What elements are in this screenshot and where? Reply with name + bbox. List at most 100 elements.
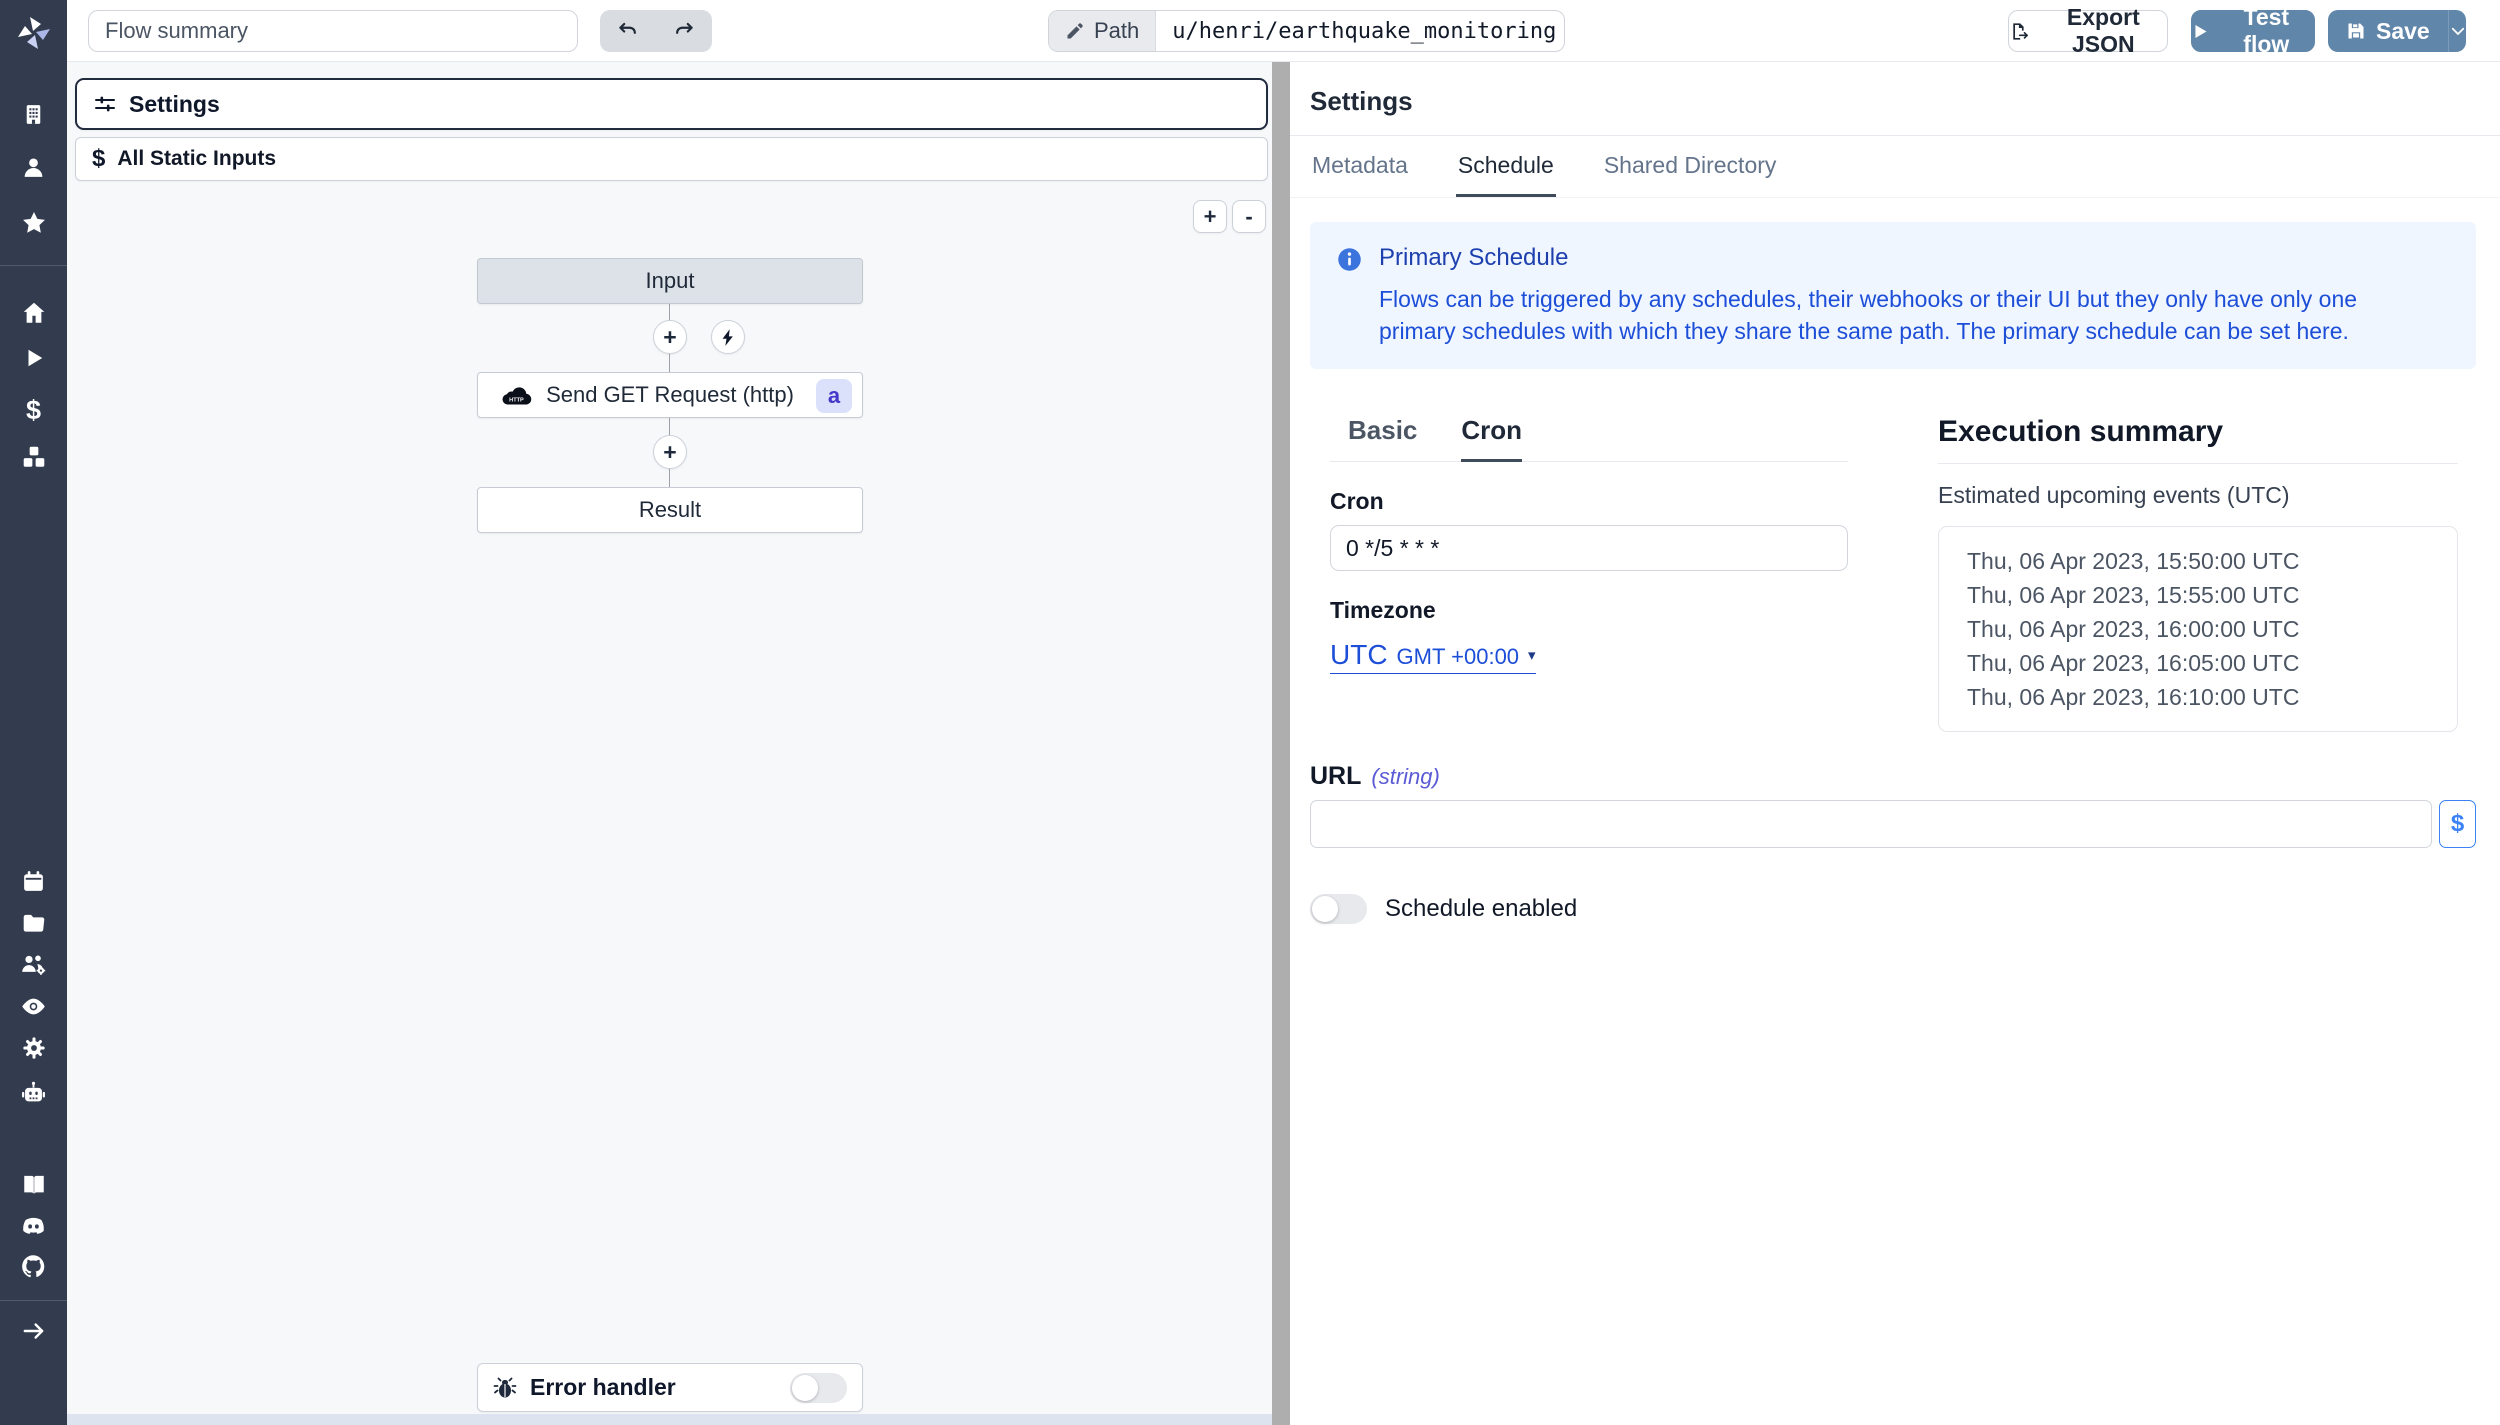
panel-resize-divider[interactable] <box>1272 62 1290 1425</box>
flow-canvas: Settings $ All Static Inputs + - Input +… <box>67 62 1272 1425</box>
undo-button[interactable] <box>600 10 656 52</box>
flow-editor-app: $ <box>0 0 2500 1425</box>
windmill-logo[interactable] <box>0 12 67 52</box>
sidebar-divider <box>0 1300 67 1301</box>
cron-label: Cron <box>1330 488 1848 515</box>
panel-title: Settings <box>1310 86 2476 117</box>
tab-schedule[interactable]: Schedule <box>1456 136 1556 197</box>
flow-settings-box[interactable]: Settings <box>75 78 1268 130</box>
path-value: u/henri/earthquake_monitoring <box>1156 11 1565 51</box>
insert-step-button[interactable]: + <box>653 320 687 354</box>
zoom-out-button[interactable]: - <box>1232 200 1266 233</box>
zoom-out-label: - <box>1245 204 1252 230</box>
save-split-button: Save <box>2328 10 2466 52</box>
cron-input[interactable] <box>1330 525 1848 571</box>
export-json-button[interactable]: Export JSON <box>2008 10 2168 52</box>
zoom-in-button[interactable]: + <box>1193 200 1227 233</box>
error-handler-toggle[interactable] <box>790 1373 847 1403</box>
url-label-row: URL (string) <box>1310 762 2476 791</box>
redo-icon <box>671 18 697 44</box>
http-step-label: Send GET Request (http) <box>546 382 794 408</box>
tab-basic[interactable]: Basic <box>1348 415 1417 462</box>
top-toolbar: Path u/henri/earthquake_monitoring Expor… <box>67 0 2500 62</box>
tab-cron[interactable]: Cron <box>1461 415 1522 462</box>
path-badge[interactable]: Path u/henri/earthquake_monitoring <box>1048 10 1565 52</box>
workspace-building-icon[interactable] <box>0 99 67 129</box>
timezone-select[interactable]: UTC GMT +00:00 ▾ <box>1330 639 1536 674</box>
save-button[interactable]: Save <box>2328 10 2448 52</box>
user-icon[interactable] <box>0 152 67 182</box>
folders-icon[interactable] <box>0 908 67 938</box>
bug-icon <box>493 1376 517 1400</box>
flow-summary-input[interactable] <box>88 10 578 52</box>
settings-gear-icon[interactable] <box>0 1033 67 1063</box>
execution-summary-column: Execution summary Estimated upcoming eve… <box>1938 415 2458 732</box>
lightning-icon <box>719 328 738 347</box>
input-node[interactable]: Input <box>477 258 863 304</box>
workers-robot-icon[interactable] <box>0 1078 67 1108</box>
timezone-offset: GMT +00:00 <box>1397 644 1520 670</box>
step-id-badge[interactable]: a <box>816 379 852 413</box>
insert-variable-button[interactable]: $ <box>2439 800 2476 848</box>
all-static-inputs-box[interactable]: $ All Static Inputs <box>75 137 1268 181</box>
left-sidebar: $ <box>0 0 67 1425</box>
settings-panel: Settings Metadata Schedule Shared Direct… <box>1290 62 2500 1425</box>
url-input-row: $ <box>1310 800 2476 848</box>
plus-icon: + <box>663 326 676 349</box>
svg-text:HTTP: HTTP <box>509 398 524 404</box>
execution-summary-subtitle: Estimated upcoming events (UTC) <box>1938 482 2458 509</box>
http-step-node[interactable]: HTTP Send GET Request (http) a <box>477 372 863 418</box>
plus-icon: + <box>663 441 676 464</box>
error-handler-node[interactable]: Error handler <box>477 1363 863 1412</box>
settings-tabs: Metadata Schedule Shared Directory <box>1290 136 2500 198</box>
export-icon <box>2009 20 2030 43</box>
chevron-down-icon <box>2449 22 2466 40</box>
audit-eye-icon[interactable] <box>0 991 67 1021</box>
groups-users-gear-icon[interactable] <box>0 949 67 979</box>
tab-shared-directory[interactable]: Shared Directory <box>1602 136 1779 197</box>
input-node-label: Input <box>646 268 695 294</box>
toggle-knob <box>792 1375 818 1401</box>
info-title: Primary Schedule <box>1379 244 2439 272</box>
caret-down-icon: ▾ <box>1528 646 1536 664</box>
upcoming-events-box: Thu, 06 Apr 2023, 15:50:00 UTC Thu, 06 A… <box>1938 526 2458 732</box>
export-json-label: Export JSON <box>2040 4 2167 58</box>
schedule-enabled-row: Schedule enabled <box>1290 894 2500 924</box>
sidebar-divider <box>0 265 67 266</box>
timezone-label: Timezone <box>1330 597 1848 624</box>
pencil-icon <box>1065 21 1085 41</box>
result-node[interactable]: Result <box>477 487 863 533</box>
github-icon[interactable] <box>0 1251 67 1281</box>
flow-settings-label: Settings <box>129 91 220 118</box>
tab-metadata[interactable]: Metadata <box>1310 136 1410 197</box>
star-icon[interactable] <box>0 208 67 238</box>
runs-play-icon[interactable] <box>0 343 67 373</box>
canvas-scrollbar[interactable] <box>67 1414 1272 1425</box>
collapse-arrow-right-icon[interactable] <box>0 1316 67 1346</box>
trigger-lightning-button[interactable] <box>711 320 745 354</box>
resources-cubes-icon[interactable] <box>0 442 67 472</box>
error-handler-label: Error handler <box>530 1374 676 1401</box>
schedules-calendar-icon[interactable] <box>0 866 67 896</box>
schedule-mode-tabs: Basic Cron <box>1330 415 1848 462</box>
save-dropdown-button[interactable] <box>2448 10 2466 52</box>
insert-step-button[interactable]: + <box>653 435 687 469</box>
test-flow-button[interactable]: Test flow <box>2191 10 2315 52</box>
url-type-hint: (string) <box>1371 764 1439 790</box>
event-row: Thu, 06 Apr 2023, 15:50:00 UTC <box>1967 544 2447 578</box>
event-row: Thu, 06 Apr 2023, 16:00:00 UTC <box>1967 612 2447 646</box>
test-flow-label: Test flow <box>2219 4 2314 58</box>
url-input[interactable] <box>1310 800 2432 848</box>
redo-button[interactable] <box>656 10 712 52</box>
info-content: Primary Schedule Flows can be triggered … <box>1379 244 2439 347</box>
event-row: Thu, 06 Apr 2023, 16:05:00 UTC <box>1967 646 2447 680</box>
save-icon <box>2346 21 2366 41</box>
timezone-value: UTC <box>1330 639 1388 671</box>
dollar-icon: $ <box>2451 810 2464 838</box>
docs-book-icon[interactable] <box>0 1169 67 1199</box>
schedule-enabled-toggle[interactable] <box>1310 894 1367 924</box>
variables-dollar-icon[interactable]: $ <box>0 395 67 425</box>
home-icon[interactable] <box>0 298 67 328</box>
discord-icon[interactable] <box>0 1211 67 1241</box>
play-icon <box>2192 23 2209 40</box>
